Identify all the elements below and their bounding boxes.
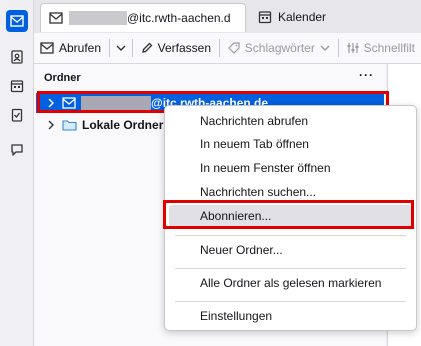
chat-icon <box>11 144 23 156</box>
toolbar-divider <box>337 39 339 57</box>
menu-item-open-new-tab[interactable]: In neuem Tab öffnen <box>165 133 416 155</box>
redacted-username <box>69 11 127 25</box>
calendar-icon <box>10 80 24 93</box>
tags-button[interactable]: Schlagwörter <box>222 36 336 60</box>
highlight-box-subscribe <box>163 200 414 229</box>
chat-space-button[interactable] <box>6 139 28 161</box>
calendar-space-button[interactable] <box>6 75 28 97</box>
tags-label: Schlagwörter <box>244 41 315 55</box>
tasks-space-button[interactable] <box>6 104 28 126</box>
chevron-right-icon[interactable] <box>44 120 58 130</box>
toolbar-divider <box>219 39 220 57</box>
tag-icon <box>227 42 240 54</box>
folder-pane-title: Ordner <box>44 72 81 84</box>
tab-calendar-label: Kalender <box>278 10 327 24</box>
tab-mail-label: @itc.rwth-aachen.d <box>127 11 231 25</box>
filter-icon <box>347 43 359 53</box>
get-messages-label: Abrufen <box>59 41 102 55</box>
quick-filter-button[interactable]: Schnellfilt <box>341 36 421 60</box>
toolbar-divider <box>109 39 110 57</box>
address-book-icon <box>11 50 23 64</box>
folder-pane-menu-button[interactable]: ··· <box>359 68 374 82</box>
get-messages-dropdown[interactable] <box>112 36 130 60</box>
menu-item-mark-all-read[interactable]: Alle Ordner als gelesen markieren <box>165 272 416 294</box>
mail-icon <box>10 15 24 27</box>
folder-icon <box>62 119 77 131</box>
mail-icon <box>49 12 63 24</box>
mail-toolbar: Abrufen Verfassen Schlagwörter Schnellfi… <box>34 33 421 64</box>
menu-item-new-folder[interactable]: Neuer Ordner... <box>165 239 416 261</box>
toolbar-divider <box>131 39 133 57</box>
menu-separator <box>175 301 406 302</box>
tab-bar: @itc.rwth-aachen.d Kalender <box>34 0 421 33</box>
menu-separator <box>175 268 406 269</box>
menu-item-get-messages[interactable]: Nachrichten abrufen <box>165 110 416 132</box>
write-label: Verfassen <box>157 41 211 55</box>
tab-mail[interactable]: @itc.rwth-aachen.d <box>40 3 246 32</box>
write-button[interactable]: Verfassen <box>135 36 217 60</box>
spaces-toolbar <box>0 0 34 346</box>
menu-separator <box>175 235 406 236</box>
chevron-down-icon <box>116 45 126 51</box>
address-book-space-button[interactable] <box>6 46 28 68</box>
local-folders-label: Lokale Ordner <box>82 118 164 132</box>
chevron-down-icon <box>320 45 330 51</box>
get-messages-icon <box>40 42 54 54</box>
menu-item-open-new-window[interactable]: In neuem Fenster öffnen <box>165 157 416 179</box>
tab-calendar[interactable]: Kalender <box>250 3 326 31</box>
quick-filter-label: Schnellfilt <box>363 41 415 55</box>
mail-space-button[interactable] <box>6 10 28 32</box>
calendar-icon <box>258 10 272 24</box>
tasks-icon <box>11 108 23 122</box>
pencil-icon <box>141 42 153 53</box>
menu-item-settings[interactable]: Einstellungen <box>165 305 416 327</box>
get-messages-button[interactable]: Abrufen <box>34 36 107 60</box>
